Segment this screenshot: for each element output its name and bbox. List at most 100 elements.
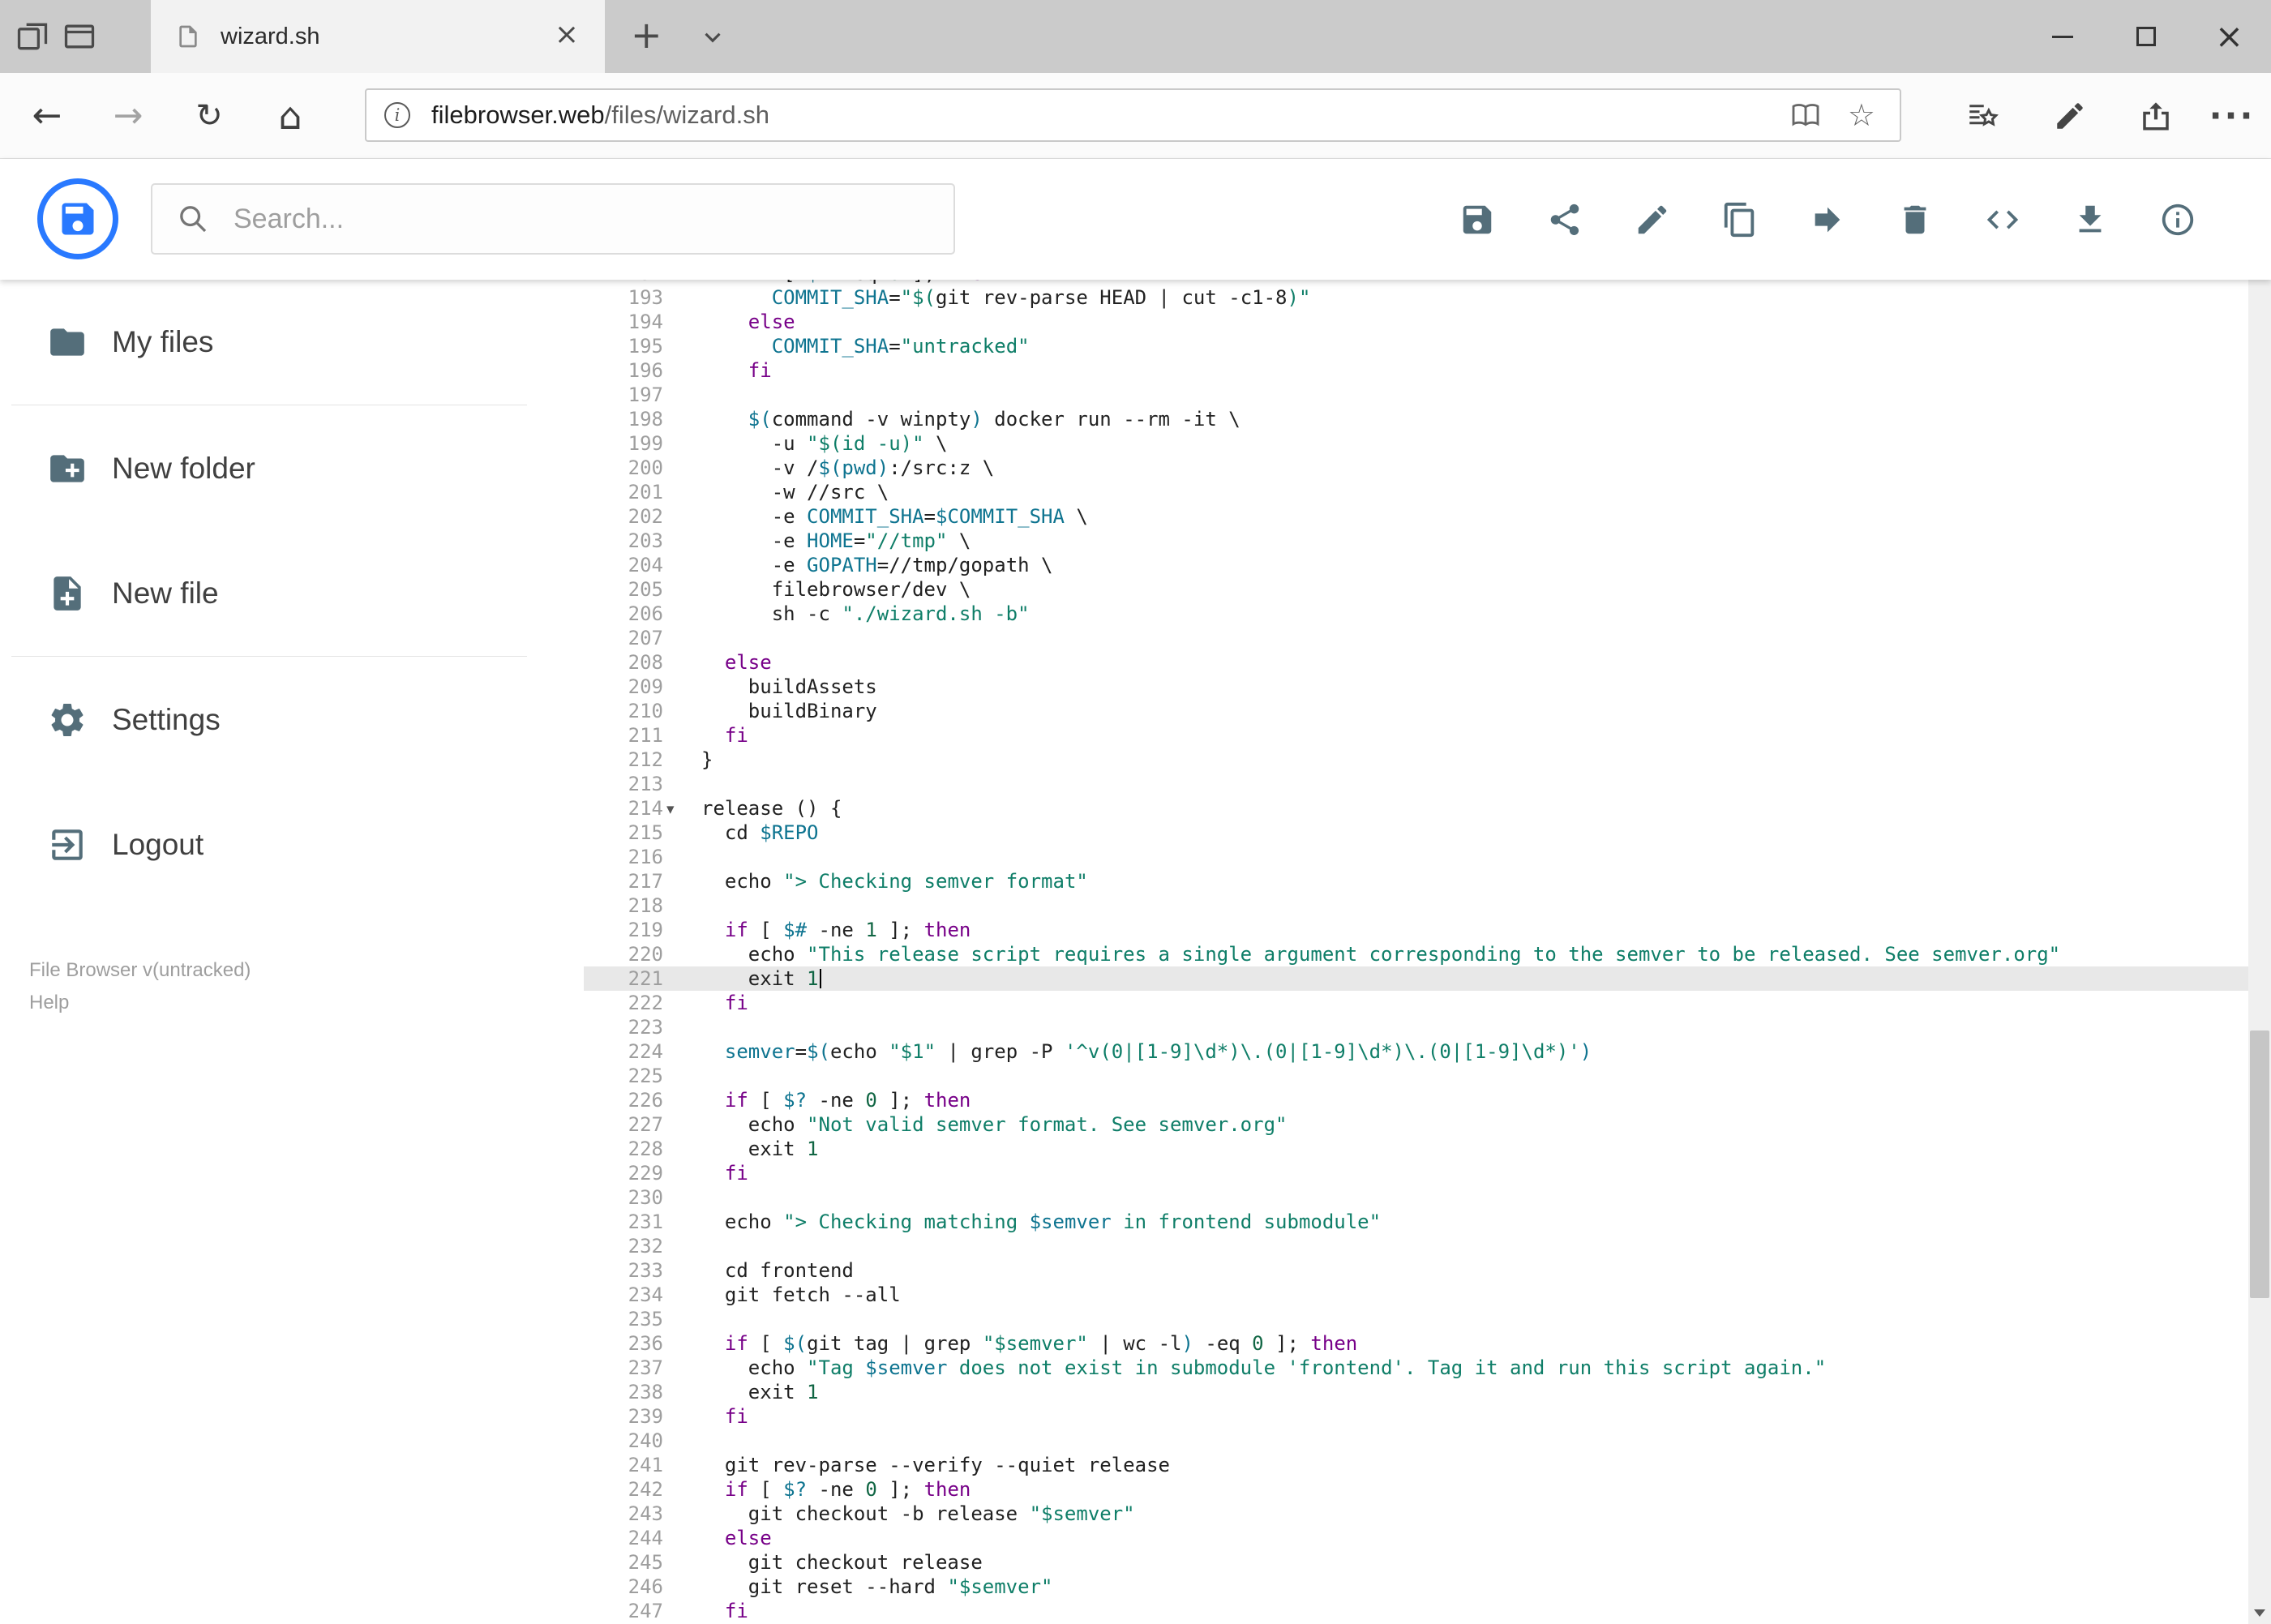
- file-actions: [1459, 159, 2196, 280]
- code-line-247[interactable]: 247 fi: [584, 1599, 2248, 1623]
- web-note-pen-icon[interactable]: [2037, 73, 2103, 158]
- code-editor[interactable]: 192 if [ $? -eq 0 ]; then193 COMMIT_SHA=…: [584, 280, 2248, 1624]
- code-line-217[interactable]: 217 echo "> Checking semver format": [584, 869, 2248, 893]
- code-line-238[interactable]: 238 exit 1: [584, 1380, 2248, 1404]
- code-line-200[interactable]: 200 -v /$(pwd):/src:z \: [584, 456, 2248, 480]
- refresh-button[interactable]: ↻: [180, 73, 238, 158]
- code-line-201[interactable]: 201 -w //src \: [584, 480, 2248, 504]
- new-tab-button[interactable]: +: [631, 0, 662, 73]
- reading-view-icon[interactable]: [1789, 90, 1822, 140]
- more-menu-icon[interactable]: ···: [2199, 73, 2265, 158]
- code-line-207[interactable]: 207: [584, 626, 2248, 650]
- code-line-203[interactable]: 203 -e HOME="//tmp" \: [584, 529, 2248, 553]
- tab-wizard-sh[interactable]: wizard.sh ×: [151, 0, 605, 73]
- code-line-220[interactable]: 220 echo "This release script requires a…: [584, 942, 2248, 966]
- code-line-192[interactable]: 192 if [ $? -eq 0 ]; then: [584, 280, 2248, 285]
- favorite-star-icon[interactable]: ☆: [1848, 90, 1875, 140]
- code-line-198[interactable]: 198 $(command -v winpty) docker run --rm…: [584, 407, 2248, 431]
- close-window-button[interactable]: ×: [2187, 0, 2271, 73]
- code-line-224[interactable]: 224 semver=$(echo "$1" | grep -P '^v(0|[…: [584, 1039, 2248, 1064]
- vertical-scrollbar[interactable]: [2248, 159, 2271, 1624]
- share-button[interactable]: [1546, 201, 1583, 238]
- code-line-234[interactable]: 234 git fetch --all: [584, 1283, 2248, 1307]
- home-button[interactable]: ⌂: [261, 73, 319, 158]
- info-button[interactable]: [2159, 201, 2196, 238]
- code-line-227[interactable]: 227 echo "Not valid semver format. See s…: [584, 1112, 2248, 1137]
- code-line-194[interactable]: 194 else: [584, 310, 2248, 334]
- share-page-icon[interactable]: [2123, 73, 2189, 158]
- code-line-242[interactable]: 242 if [ $? -ne 0 ]; then: [584, 1477, 2248, 1502]
- code-line-213[interactable]: 213: [584, 772, 2248, 796]
- scrollbar-thumb[interactable]: [2250, 1031, 2269, 1298]
- code-line-237[interactable]: 237 echo "Tag $semver does not exist in …: [584, 1356, 2248, 1380]
- code-line-225[interactable]: 225: [584, 1064, 2248, 1088]
- code-view-button[interactable]: [1984, 201, 2021, 238]
- code-line-216[interactable]: 216: [584, 845, 2248, 869]
- code-line-223[interactable]: 223: [584, 1015, 2248, 1039]
- sidebar-item-my-files[interactable]: My files: [0, 280, 584, 405]
- code-line-240[interactable]: 240: [584, 1429, 2248, 1453]
- code-line-195[interactable]: 195 COMMIT_SHA="untracked": [584, 334, 2248, 358]
- code-line-211[interactable]: 211 fi: [584, 723, 2248, 748]
- code-line-199[interactable]: 199 -u "$(id -u)" \: [584, 431, 2248, 456]
- code-line-210[interactable]: 210 buildBinary: [584, 699, 2248, 723]
- code-line-222[interactable]: 222 fi: [584, 991, 2248, 1015]
- code-line-244[interactable]: 244 else: [584, 1526, 2248, 1550]
- delete-button[interactable]: [1896, 201, 1934, 238]
- code-line-236[interactable]: 236 if [ $(git tag | grep "$semver" | wc…: [584, 1331, 2248, 1356]
- code-line-197[interactable]: 197: [584, 383, 2248, 407]
- code-line-221[interactable]: 221 exit 1: [584, 966, 2248, 991]
- fold-marker-icon[interactable]: ▾: [666, 797, 675, 821]
- code-line-208[interactable]: 208 else: [584, 650, 2248, 675]
- rename-button[interactable]: [1634, 201, 1671, 238]
- forward-button[interactable]: →: [99, 73, 157, 158]
- tab-list-chevron-icon[interactable]: [699, 24, 726, 51]
- code-line-245[interactable]: 245 git checkout release: [584, 1550, 2248, 1575]
- copy-button[interactable]: [1721, 201, 1759, 238]
- download-button[interactable]: [2072, 201, 2109, 238]
- address-bar[interactable]: i filebrowser.web/files/wizard.sh ☆: [365, 88, 1901, 142]
- code-line-232[interactable]: 232: [584, 1234, 2248, 1258]
- code-line-233[interactable]: 233 cd frontend: [584, 1258, 2248, 1283]
- code-line-215[interactable]: 215 cd $REPO: [584, 821, 2248, 845]
- code-line-212[interactable]: 212}: [584, 748, 2248, 772]
- sidebar-item-new-file[interactable]: New file: [0, 531, 584, 656]
- minimize-button[interactable]: [2020, 0, 2104, 73]
- code-line-205[interactable]: 205 filebrowser/dev \: [584, 577, 2248, 602]
- code-line-231[interactable]: 231 echo "> Checking matching $semver in…: [584, 1210, 2248, 1234]
- code-line-243[interactable]: 243 git checkout -b release "$semver": [584, 1502, 2248, 1526]
- code-line-206[interactable]: 206 sh -c "./wizard.sh -b": [584, 602, 2248, 626]
- code-line-230[interactable]: 230: [584, 1185, 2248, 1210]
- move-button[interactable]: [1809, 201, 1846, 238]
- code-line-239[interactable]: 239 fi: [584, 1404, 2248, 1429]
- help-link[interactable]: Help: [29, 992, 69, 1014]
- set-aside-tabs-icon[interactable]: [15, 19, 50, 54]
- code-line-209[interactable]: 209 buildAssets: [584, 675, 2248, 699]
- site-info-icon[interactable]: i: [384, 102, 410, 128]
- code-line-241[interactable]: 241 git rev-parse --verify --quiet relea…: [584, 1453, 2248, 1477]
- save-button[interactable]: [1459, 201, 1496, 238]
- search-box[interactable]: [151, 183, 955, 255]
- sidebar-item-new-folder[interactable]: New folder: [0, 406, 584, 531]
- code-line-228[interactable]: 228 exit 1: [584, 1137, 2248, 1161]
- code-line-219[interactable]: 219 if [ $# -ne 1 ]; then: [584, 918, 2248, 942]
- code-line-229[interactable]: 229 fi: [584, 1161, 2248, 1185]
- code-line-193[interactable]: 193 COMMIT_SHA="$(git rev-parse HEAD | c…: [584, 285, 2248, 310]
- code-line-218[interactable]: 218: [584, 893, 2248, 918]
- sidebar-item-settings[interactable]: Settings: [0, 658, 584, 782]
- scroll-down-icon[interactable]: [2248, 1601, 2271, 1624]
- tab-preview-icon[interactable]: [62, 19, 97, 54]
- maximize-button[interactable]: [2104, 0, 2187, 73]
- code-line-214[interactable]: 214 ▾ release () {: [584, 796, 2248, 821]
- sidebar-item-logout[interactable]: Logout: [0, 782, 584, 907]
- code-line-235[interactable]: 235: [584, 1307, 2248, 1331]
- search-input[interactable]: [234, 203, 915, 235]
- code-line-196[interactable]: 196 fi: [584, 358, 2248, 383]
- back-button[interactable]: ←: [18, 73, 76, 158]
- close-tab-icon[interactable]: ×: [555, 0, 579, 73]
- favorites-hub-icon[interactable]: [1949, 73, 2016, 158]
- code-line-226[interactable]: 226 if [ $? -ne 0 ]; then: [584, 1088, 2248, 1112]
- code-line-204[interactable]: 204 -e GOPATH=//tmp/gopath \: [584, 553, 2248, 577]
- code-line-246[interactable]: 246 git reset --hard "$semver": [584, 1575, 2248, 1599]
- code-line-202[interactable]: 202 -e COMMIT_SHA=$COMMIT_SHA \: [584, 504, 2248, 529]
